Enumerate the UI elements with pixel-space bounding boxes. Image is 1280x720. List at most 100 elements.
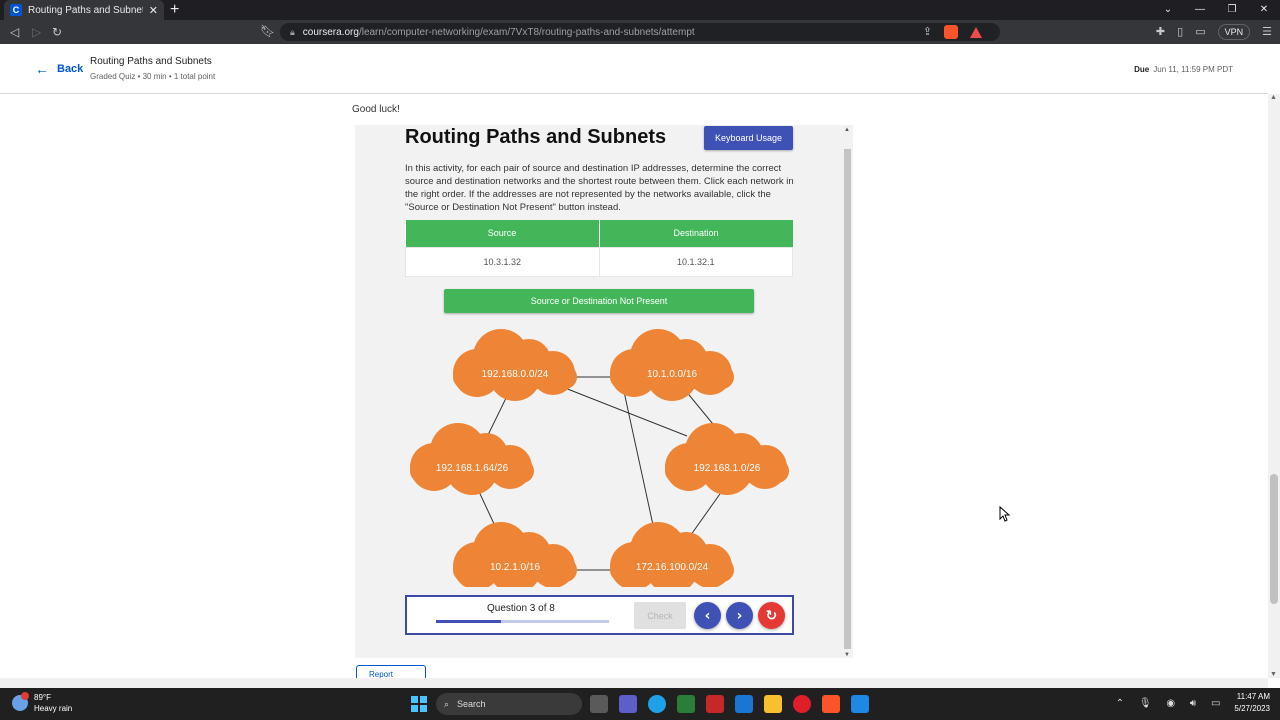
check-button[interactable]: Check — [634, 602, 686, 629]
search-label: Search — [457, 699, 486, 709]
refresh-icon: ↻ — [765, 607, 778, 624]
brave-icon[interactable] — [822, 695, 840, 713]
network-cloud[interactable]: 192.168.0.0/24 — [453, 329, 577, 401]
network-cloud[interactable]: 192.168.1.64/26 — [410, 423, 534, 495]
bookmark-icon[interactable]: 🔖︎ — [260, 23, 275, 39]
link-line — [622, 386, 654, 526]
back-button[interactable]: ← Back — [35, 61, 83, 77]
activity-scroll-thumb[interactable] — [844, 149, 851, 649]
search-icon: ⌕ — [444, 698, 450, 709]
chevron-left-icon: ‹ — [704, 607, 711, 624]
weather-condition: Heavy rain — [34, 704, 73, 713]
weather-widget[interactable]: 89°F Heavy rain — [12, 692, 72, 714]
time: 11:47 AM — [1236, 692, 1270, 701]
brave-shield-icon[interactable] — [943, 25, 958, 39]
share-icon[interactable]: ⇪ — [923, 23, 932, 41]
next-question-button[interactable]: › — [726, 602, 753, 629]
teams-icon[interactable] — [619, 695, 637, 713]
wallet-icon[interactable]: ▭ — [1195, 23, 1205, 41]
browser-tab-bar: C Routing Paths and Subnets | Cou ✕ + ⌄ … — [0, 0, 1280, 20]
due-value: Jun 11, 11:59 PM PDT — [1153, 65, 1233, 74]
tab-search-icon[interactable]: ⌄ — [1152, 0, 1184, 20]
horizontal-scrollbar[interactable] — [0, 678, 1268, 688]
reset-button[interactable]: ↻ — [758, 602, 785, 629]
restore-icon[interactable]: ❐ — [1216, 0, 1248, 20]
tray-icons[interactable]: ⌃ 🎙︎ ◉ 🔊︎ ▭ — [1116, 698, 1227, 709]
network-diagram: 192.168.0.0/24 10.1.0.0/16 192.168.1.64/26… — [410, 329, 789, 587]
store-icon[interactable] — [677, 695, 695, 713]
system-tray: ⌃ 🎙︎ ◉ 🔊︎ ▭ 11:47 AM 5/27/2023 — [1116, 691, 1270, 715]
toolbar-actions: ⇪ ✚ ▯ ▭ VPN ☰ — [923, 23, 1272, 41]
progress-fill — [436, 620, 501, 623]
network-label: 192.168.1.64/26 — [436, 463, 509, 474]
scroll-down-icon[interactable]: ▼ — [1270, 671, 1277, 678]
scroll-down-icon[interactable]: ▼ — [844, 652, 850, 658]
not-present-button[interactable]: Source or Destination Not Present — [444, 289, 754, 313]
new-tab-icon[interactable]: + — [170, 1, 179, 19]
source-header: Source — [405, 220, 600, 247]
opera-icon[interactable] — [793, 695, 811, 713]
forward-nav-icon[interactable]: ▷ — [32, 24, 41, 40]
vpn-button[interactable]: VPN — [1217, 24, 1251, 40]
question-counter: Question 3 of 8 — [487, 603, 555, 614]
previous-question-button[interactable]: ‹ — [694, 602, 721, 629]
terminal-app-icon[interactable] — [851, 695, 869, 713]
scroll-up-icon[interactable]: ▲ — [844, 127, 850, 133]
activity-instructions: In this activity, for each pair of sourc… — [405, 163, 794, 213]
report-button[interactable]: Report — [356, 665, 426, 679]
sidebar-icon[interactable]: ▯ — [1177, 23, 1183, 41]
source-ip: 10.3.1.32 — [405, 246, 600, 277]
minimize-icon[interactable]: — — [1184, 0, 1216, 20]
rain-cloud-icon — [12, 692, 29, 711]
url-path: /learn/computer-networking/exam/7VxT8/ro… — [358, 26, 695, 38]
arrow-left-icon: ← — [35, 61, 49, 77]
network-cloud[interactable]: 10.2.1.0/16 — [453, 522, 577, 587]
activity-scrollbar[interactable]: ▲ ▼ — [842, 125, 853, 658]
brave-rewards-icon[interactable] — [969, 26, 982, 38]
extensions-icon[interactable]: ✚ — [1156, 23, 1165, 41]
reload-icon[interactable]: ↻ — [52, 24, 62, 40]
network-clouds: 192.168.0.0/24 10.1.0.0/16 192.168.1.64/26… — [410, 329, 789, 587]
windows-taskbar: 89°F Heavy rain ⌕ Search ⌃ 🎙︎ ◉ 🔊︎ ▭ 11:… — [0, 688, 1280, 720]
pinned-apps — [590, 695, 869, 713]
taskbar-search[interactable]: ⌕ Search — [436, 693, 582, 715]
back-nav-icon[interactable]: ◁ — [10, 24, 19, 40]
chevron-right-icon: › — [736, 607, 743, 624]
date: 5/27/2023 — [1234, 704, 1270, 713]
back-label: Back — [57, 63, 84, 75]
browser-tab[interactable]: C Routing Paths and Subnets | Cou ✕ — [4, 0, 164, 20]
coursera-favicon-icon: C — [10, 4, 22, 16]
scroll-up-icon[interactable]: ▲ — [1270, 94, 1277, 101]
activity-title: Routing Paths and Subnets — [405, 126, 667, 148]
quiz-title: Routing Paths and Subnets — [90, 56, 212, 67]
network-label: 10.1.0.0/16 — [647, 369, 697, 380]
task-view-icon[interactable] — [590, 695, 608, 713]
network-label: 10.2.1.0/16 — [490, 562, 540, 573]
due-date: Due Jun 11, 11:59 PM PDT — [1134, 65, 1233, 74]
menu-icon[interactable]: ☰ — [1262, 23, 1272, 41]
edge-icon[interactable] — [648, 695, 666, 713]
page-scrollbar[interactable]: ▲ ▼ — [1268, 94, 1280, 678]
destination-ip: 10.1.32.1 — [598, 246, 793, 277]
network-cloud[interactable]: 192.168.1.0/26 — [665, 423, 789, 495]
file-explorer-icon[interactable] — [764, 695, 782, 713]
clock[interactable]: 11:47 AM 5/27/2023 — [1234, 691, 1270, 715]
close-window-icon[interactable]: ✕ — [1248, 0, 1280, 20]
mail-icon[interactable] — [735, 695, 753, 713]
gift-app-icon[interactable] — [706, 695, 724, 713]
close-tab-icon[interactable]: ✕ — [149, 4, 158, 17]
tab-title: Routing Paths and Subnets | Cou — [28, 4, 143, 16]
network-label: 192.168.0.0/24 — [482, 369, 549, 380]
network-cloud[interactable]: 172.16.100.0/24 — [610, 522, 734, 587]
network-cloud[interactable]: 10.1.0.0/16 — [610, 329, 734, 401]
window-controls: ⌄ — ❐ ✕ — [1152, 0, 1280, 20]
page-scroll-thumb[interactable] — [1270, 474, 1278, 604]
address-bar[interactable]: 🔒︎ coursera.org/learn/computer-networkin… — [280, 23, 1000, 41]
destination-header: Destination — [599, 220, 793, 247]
lock-icon: 🔒︎ — [290, 26, 295, 37]
quiz-meta: Graded Quiz • 30 min • 1 total point — [90, 72, 216, 81]
due-label: Due — [1134, 65, 1150, 74]
keyboard-usage-button[interactable]: Keyboard Usage — [704, 126, 793, 150]
windows-start-icon[interactable] — [411, 696, 427, 712]
question-controls: Question 3 of 8 Check ‹ › ↻ — [405, 595, 794, 635]
